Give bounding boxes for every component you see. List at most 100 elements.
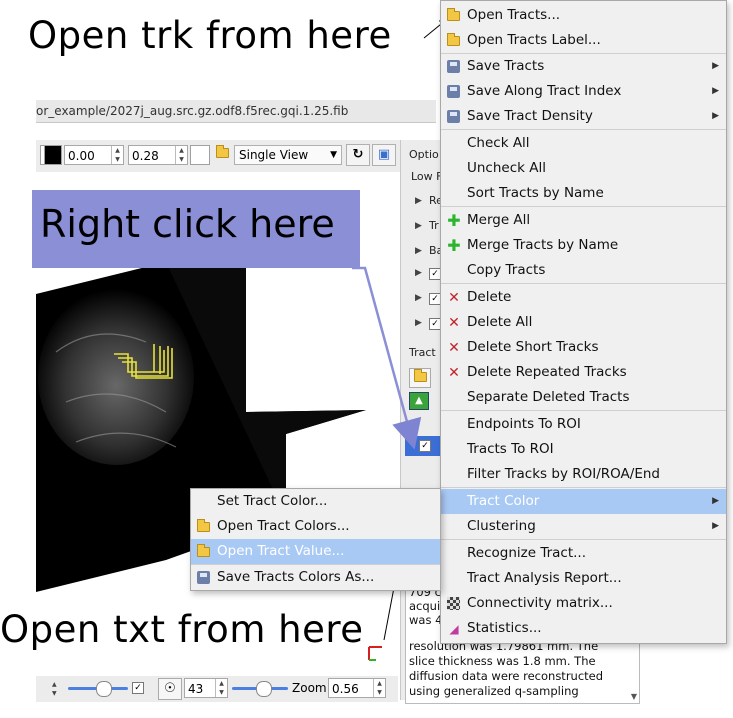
x-icon: ✕ [448, 340, 460, 356]
expand-arrow-icon[interactable]: ▶ [415, 246, 422, 256]
view-mode-select[interactable]: Single View ▼ [234, 145, 342, 165]
main-menu-item-label: Uncheck All [467, 160, 546, 176]
main-menu-item[interactable]: Check All [441, 131, 726, 156]
scroll-down-icon[interactable]: ▼ [631, 692, 637, 701]
main-menu-item[interactable]: Copy Tracts [441, 258, 726, 283]
main-menu-item[interactable]: ✕ Delete All [441, 310, 726, 335]
main-menu-item-label: Connectivity matrix... [467, 595, 613, 611]
annotation-open-trk: Open trk from here [28, 14, 392, 57]
main-menu-item[interactable]: Endpoints To ROI [441, 412, 726, 437]
folder-icon [197, 544, 211, 559]
min-value-spinbox[interactable]: 0.00 ▲ ▼ [64, 145, 124, 165]
folder-icon [447, 8, 461, 23]
main-menu-item[interactable]: Connectivity matrix... [441, 591, 726, 616]
open-tract-button[interactable] [409, 368, 431, 388]
chevron-right-icon: ▶ [712, 111, 719, 121]
expand-arrow-icon[interactable]: ▶ [415, 221, 422, 231]
menu-separator [441, 53, 726, 54]
main-menu-item[interactable]: Recognize Tract... [441, 541, 726, 566]
main-menu-item[interactable]: Tracts To ROI [441, 437, 726, 462]
main-menu-item-label: Copy Tracts [467, 262, 546, 278]
main-menu-item[interactable]: Open Tracts... [441, 3, 726, 28]
color-menu-item-label: Set Tract Color... [217, 493, 328, 509]
zoom-spinbox[interactable]: 0.56 ▲ ▼ [328, 678, 386, 698]
slice-spinbox[interactable]: 43 ▲ ▼ [184, 678, 228, 698]
slider-handle[interactable] [96, 681, 112, 697]
main-menu-item-label: Separate Deleted Tracts [467, 389, 630, 405]
color-menu-item[interactable]: Set Tract Color... [191, 489, 440, 514]
refresh-button[interactable]: ↻ [346, 144, 370, 166]
min-value-text: 0.00 [68, 149, 95, 163]
color-menu-item[interactable]: Open Tract Colors... [191, 514, 440, 539]
annotation-open-txt: Open txt from here [0, 608, 364, 651]
spin-arrows-icon[interactable]: ▲ ▼ [111, 146, 123, 164]
spin-arrows-icon[interactable]: ▲ ▼ [52, 680, 64, 698]
main-menu-item[interactable]: Tract Color ▶ [441, 489, 726, 514]
axis-indicator-icon [368, 646, 382, 661]
zoom-value: 0.56 [332, 682, 359, 696]
max-value-spinbox[interactable]: 0.28 ▲ ▼ [128, 145, 188, 165]
tree-item-1[interactable]: Tr [429, 219, 439, 232]
spin-arrows-icon[interactable]: ▲ ▼ [175, 146, 187, 164]
checkbox[interactable]: ✓ [419, 440, 431, 452]
main-menu-item-label: Check All [467, 135, 530, 151]
folder-icon [447, 33, 461, 48]
zoom-label: Zoom [292, 681, 327, 695]
main-menu-item[interactable]: Save Along Tract Index ▶ [441, 79, 726, 104]
slider-handle[interactable] [256, 681, 272, 697]
main-menu-item-label: Sort Tracts by Name [467, 185, 604, 201]
window-title-bar: or_example/2027j_aug.src.gz.odf8.f5rec.g… [36, 100, 436, 123]
screenshot-button[interactable]: ▣ [372, 144, 396, 166]
main-menu-item[interactable]: Save Tract Density ▶ [441, 104, 726, 129]
main-menu-item[interactable]: Sort Tracts by Name [441, 181, 726, 206]
main-menu-item-label: Statistics... [467, 620, 542, 636]
folder-icon [197, 519, 211, 534]
info-line: slice thickness was 1.8 mm. The [409, 654, 596, 668]
color-menu-item[interactable]: Save Tracts Colors As... [191, 565, 440, 590]
color-menu-item-label: Open Tract Value... [217, 543, 345, 559]
disk-icon [447, 110, 461, 124]
options-label: Optio [409, 148, 439, 161]
max-value-text: 0.28 [132, 149, 159, 163]
main-menu-item[interactable]: ◢ Statistics... [441, 616, 726, 641]
main-menu-item[interactable]: ✚ Merge All [441, 208, 726, 233]
main-menu-item[interactable]: Open Tracts Label... [441, 28, 726, 53]
checkbox[interactable]: ✓ [132, 682, 144, 694]
bottom-bar: ▲ ▼ ✓ ☉ 43 ▲ ▼ Zoom 0.56 ▲ ▼ [36, 676, 398, 702]
main-menu-item[interactable]: Tract Analysis Report... [441, 566, 726, 591]
expand-arrow-icon[interactable]: ▶ [415, 293, 422, 303]
up-arrow-icon[interactable]: ▲ [409, 392, 429, 410]
expand-arrow-icon[interactable]: ▶ [415, 268, 422, 278]
main-menu-item[interactable]: ✕ Delete [441, 285, 726, 310]
expand-arrow-icon[interactable]: ▶ [415, 318, 422, 328]
info-line: using generalized q-sampling [409, 684, 579, 698]
main-menu-item-label: Endpoints To ROI [467, 416, 581, 432]
color-menu-item[interactable]: Open Tract Value... [191, 539, 440, 564]
chevron-right-icon: ▶ [712, 521, 719, 531]
refresh-icon: ↻ [352, 147, 364, 162]
main-menu-item[interactable]: ✕ Delete Short Tracks [441, 335, 726, 360]
main-menu-item[interactable]: Separate Deleted Tracts [441, 385, 726, 410]
menu-separator [441, 487, 726, 488]
menu-separator [441, 539, 726, 540]
main-menu-item-label: Open Tracts... [467, 7, 561, 23]
color-swatch-empty[interactable] [190, 145, 210, 165]
selected-tract-row[interactable]: ✓ [405, 436, 441, 456]
main-menu-item[interactable]: Filter Tracks by ROI/ROA/End [441, 462, 726, 487]
main-menu-item[interactable]: Save Tracts ▶ [441, 54, 726, 79]
view-mode-value: Single View [239, 148, 309, 162]
main-menu-item[interactable]: Uncheck All [441, 156, 726, 181]
main-menu-item[interactable]: ✕ Delete Repeated Tracks [441, 360, 726, 385]
chevron-right-icon: ▶ [712, 496, 719, 506]
open-folder-button[interactable] [210, 144, 234, 166]
main-menu-item-label: Save Along Tract Index [467, 83, 622, 99]
main-menu-item-label: Save Tracts [467, 58, 545, 74]
brain-icon[interactable]: ☉ [158, 678, 182, 700]
main-menu-item[interactable]: ✚ Merge Tracts by Name [441, 233, 726, 258]
main-menu-item[interactable]: Clustering ▶ [441, 514, 726, 539]
color-swatch-black[interactable] [44, 145, 62, 165]
spin-arrows-icon[interactable]: ▲ ▼ [215, 679, 227, 697]
spin-arrows-icon[interactable]: ▲ ▼ [373, 679, 385, 697]
expand-arrow-icon[interactable]: ▶ [415, 196, 422, 206]
info-line: diffusion data were reconstructed [409, 669, 604, 683]
